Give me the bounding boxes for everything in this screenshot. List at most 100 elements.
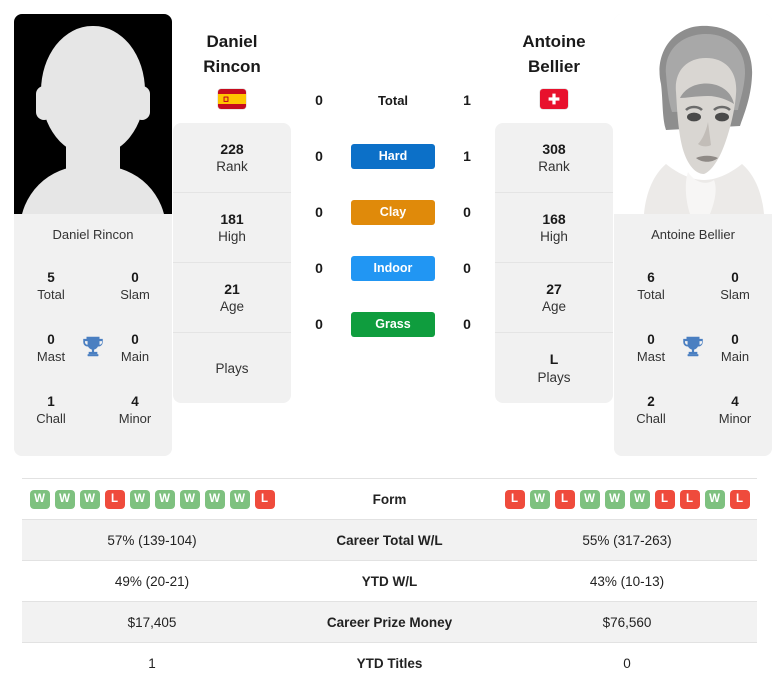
left-career-total-wl: 57% (139-104) [22, 519, 282, 561]
left-info-rank-value: 228 [220, 140, 244, 157]
surface-badge-hard[interactable]: Hard [351, 143, 435, 169]
right-titles-main: 0 Main [704, 332, 766, 365]
left-info-rank: 228 Rank [173, 123, 291, 194]
head-to-head-panel: 0 Total 1 0 Hard 1 0 Clay 0 0 Indoor 0 0 [292, 14, 494, 352]
right-titles-minor-value: 4 [731, 394, 739, 410]
left-titles-chall-value: 1 [47, 394, 55, 410]
right-titles-row-1: 6 Total 0 Slam [620, 256, 766, 318]
table-row-career-total-wl: 57% (139-104) Career Total W/L 55% (317-… [22, 519, 757, 561]
h2h-row-indoor: 0 Indoor 0 [292, 240, 494, 296]
left-player-photo-card[interactable]: Daniel Rincon 5 Total 0 Slam 0 Mast 0 Ma… [14, 14, 172, 456]
h2h-indoor-right-score: 0 [463, 260, 471, 276]
right-player-avatar-photo [614, 14, 772, 214]
left-form-cell: WWWLWWWWWL [22, 479, 282, 520]
surface-badge-grass[interactable]: Grass [351, 311, 435, 337]
left-titles-mast-label: Mast [36, 349, 66, 365]
left-titles-slam-value: 0 [131, 270, 139, 286]
right-titles-slam-label: Slam [720, 287, 750, 303]
left-titles-slam: 0 Slam [104, 270, 166, 303]
left-info-age-label: Age [219, 299, 245, 315]
right-info-high: 168 High [495, 193, 613, 264]
trophy-icon [80, 334, 106, 365]
form-badge-w: W [579, 489, 600, 509]
right-career-prize-money: $76,560 [497, 601, 757, 643]
h2h-row-grass: 0 Grass 0 [292, 296, 494, 352]
form-badge-w: W [79, 489, 100, 509]
right-player-name[interactable]: Antoine Bellier [522, 30, 585, 79]
right-titles-mast: 0 Mast [620, 332, 682, 365]
form-badge-w: W [229, 489, 250, 509]
silhouette-ear-right-icon [134, 86, 150, 120]
table-row-ytd-wl: 49% (20-21) YTD W/L 43% (10-13) [22, 560, 757, 602]
form-badge-l: L [729, 489, 750, 509]
row-label-form: Form [372, 491, 407, 507]
right-titles-slam-value: 0 [731, 270, 739, 286]
right-player-identity: Antoine Bellier 308 Rank 168 High 27 Age… [494, 14, 614, 404]
right-player-first-name: Antoine [522, 32, 586, 51]
right-info-plays-value: L [549, 351, 559, 368]
left-titles-mast-value: 0 [47, 332, 55, 348]
right-form-strip: LWLWWWLLWL [497, 489, 757, 509]
surface-badge-clay[interactable]: Clay [351, 199, 435, 225]
form-badge-w: W [179, 489, 200, 509]
right-player-photo-name: Antoine Bellier [614, 214, 772, 254]
right-titles-mast-value: 0 [647, 332, 655, 348]
right-titles-minor-label: Minor [718, 411, 752, 427]
form-badge-l: L [254, 489, 275, 509]
right-player-photo-card[interactable]: Antoine Bellier 6 Total 0 Slam 0 Mast 0 … [614, 14, 772, 456]
form-badge-l: L [654, 489, 675, 509]
surface-badge-indoor[interactable]: Indoor [351, 255, 435, 281]
right-titles-slam: 0 Slam [704, 270, 766, 303]
table-row-form: WWWLWWWWWL Form LWLWWWLLWL [22, 478, 757, 520]
table-row-career-prize-money: $17,405 Career Prize Money $76,560 [22, 601, 757, 643]
h2h-clay-left-score: 0 [315, 204, 323, 220]
right-player-info-card: 308 Rank 168 High 27 Age L Plays [495, 123, 613, 404]
left-titles-chall-label: Chall [36, 411, 66, 427]
left-player-name[interactable]: Daniel Rincon [203, 30, 261, 79]
left-info-plays-label: Plays [215, 360, 249, 376]
left-titles-main-label: Main [120, 349, 150, 365]
right-info-rank-label: Rank [538, 159, 570, 175]
form-badge-w: W [704, 489, 725, 509]
right-titles-total: 6 Total [620, 270, 682, 303]
h2h-indoor-left-score: 0 [315, 260, 323, 276]
form-badge-w: W [154, 489, 175, 509]
right-titles-main-label: Main [720, 349, 750, 365]
right-titles-row-3: 2 Chall 4 Minor [620, 380, 766, 442]
left-titles-main: 0 Main [104, 332, 166, 365]
left-titles-main-value: 0 [131, 332, 139, 348]
form-badge-w: W [29, 489, 50, 509]
right-info-age-value: 27 [546, 280, 562, 297]
right-player-last-name: Bellier [528, 56, 580, 76]
left-titles-row-3: 1 Chall 4 Minor [20, 380, 166, 442]
player-comparison-page: Daniel Rincon 5 Total 0 Slam 0 Mast 0 Ma… [0, 0, 779, 699]
left-career-prize-money: $17,405 [22, 601, 282, 643]
right-info-plays-label: Plays [537, 369, 571, 385]
form-badge-l: L [679, 489, 700, 509]
h2h-row-total: 0 Total 1 [292, 72, 494, 128]
right-info-age: 27 Age [495, 263, 613, 334]
comparison-stats-table: WWWLWWWWWL Form LWLWWWLLWL 57% (139-104)… [22, 478, 757, 684]
right-titles-chall-label: Chall [636, 411, 666, 427]
silhouette-ear-left-icon [36, 86, 52, 120]
left-titles-slam-label: Slam [120, 287, 150, 303]
row-label-career-prize-money: Career Prize Money [282, 601, 497, 643]
left-ytd-titles: 1 [148, 655, 156, 671]
left-player-avatar-placeholder [14, 14, 172, 214]
left-player-last-name: Rincon [203, 56, 261, 76]
right-info-age-label: Age [541, 299, 567, 315]
comparison-header: Daniel Rincon 5 Total 0 Slam 0 Mast 0 Ma… [0, 0, 779, 478]
right-info-high-value: 168 [542, 210, 566, 227]
form-badge-w: W [204, 489, 225, 509]
left-titles-total-label: Total [37, 287, 65, 303]
left-info-plays: Plays [173, 333, 291, 403]
left-player-photo-name: Daniel Rincon [14, 214, 172, 254]
right-titles-total-label: Total [637, 287, 665, 303]
right-titles-total-value: 6 [647, 270, 655, 286]
right-titles-main-value: 0 [731, 332, 739, 348]
right-ytd-wl: 43% (10-13) [589, 573, 665, 589]
right-titles-mast-label: Mast [636, 349, 666, 365]
right-form-cell: LWLWWWLLWL [497, 479, 757, 520]
right-info-plays: L Plays [495, 333, 613, 403]
left-titles-minor-label: Minor [118, 411, 152, 427]
